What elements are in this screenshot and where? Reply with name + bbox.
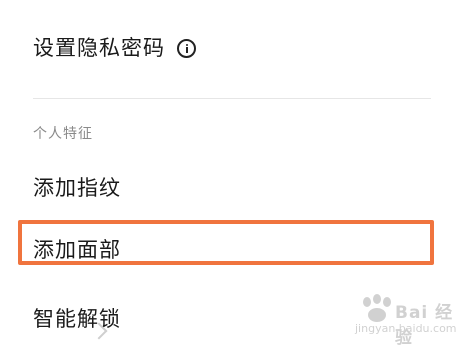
smart-unlock-item[interactable]: 智能解锁 [33,305,121,340]
divider [33,98,431,99]
info-icon[interactable] [177,38,196,58]
add-fingerprint-label: 添加指纹 [33,176,121,200]
add-face-item[interactable]: 添加面部 [33,236,121,264]
baidu-jingyan-watermark: Bai 经验 jingyan.baidu.com [355,290,471,348]
add-face-label: 添加面部 [33,238,121,262]
set-privacy-password-item[interactable]: 设置隐私密码 [33,34,196,62]
set-privacy-password-label: 设置隐私密码 [33,36,165,60]
add-fingerprint-item[interactable]: 添加指纹 [33,174,121,202]
paw-logo-icon [363,294,391,322]
watermark-url: jingyan.baidu.com [355,322,457,335]
smart-unlock-label: 智能解锁 [33,307,121,331]
section-label-personal-features: 个人特征 [33,126,93,142]
